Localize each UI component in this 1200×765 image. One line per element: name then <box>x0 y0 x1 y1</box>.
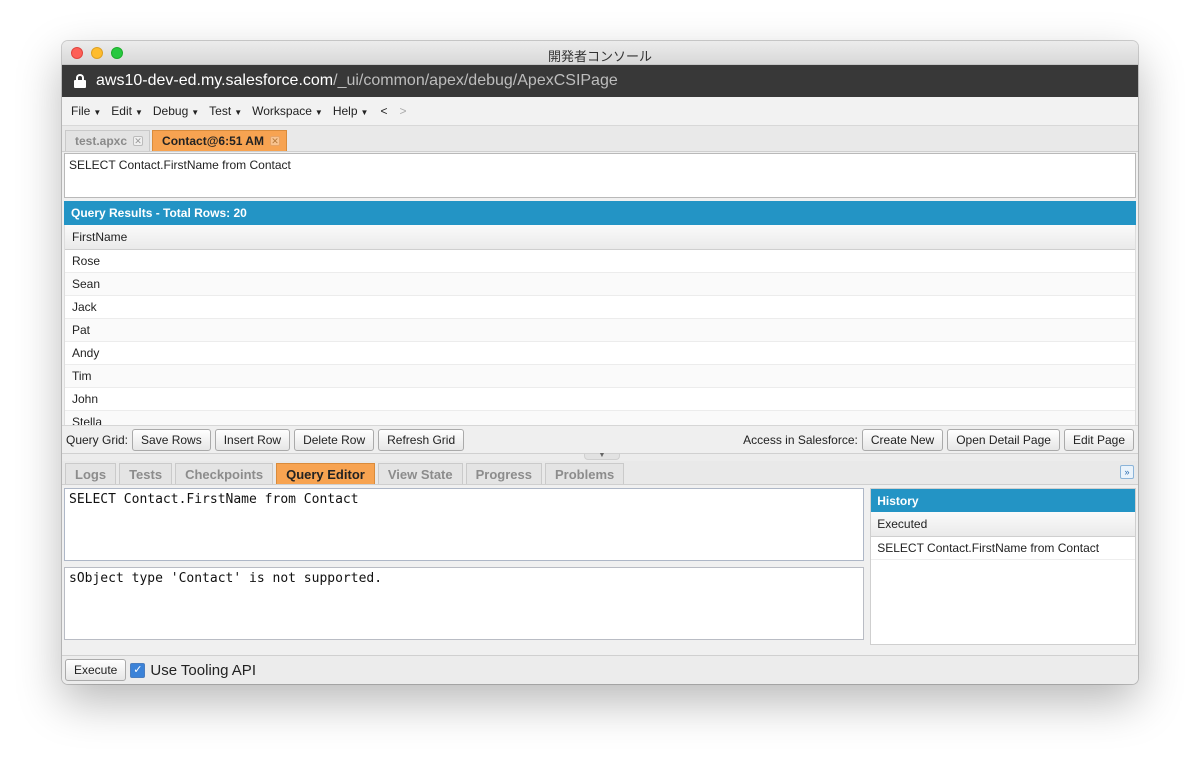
tab-checkpoints[interactable]: Checkpoints <box>175 463 274 484</box>
menu-bar: File ▼ Edit ▼ Debug ▼ Test ▼ Workspace ▼ Help… <box>62 97 1138 126</box>
editor-tab-test-apxc[interactable]: test.apxc ✕ <box>65 130 151 151</box>
address-bar[interactable]: aws10-dev-ed.my.salesforce.com/_ui/commo… <box>62 65 1138 97</box>
grid-rows: Rose Sean Jack Pat Andy Tim John Stella <box>65 250 1135 425</box>
menu-test[interactable]: Test ▼ <box>209 104 242 118</box>
table-row[interactable]: John <box>65 388 1135 411</box>
tab-query-editor[interactable]: Query Editor <box>276 463 375 484</box>
query-editor-left: SELECT Contact.FirstName from Contact sO… <box>62 485 867 647</box>
title-bar: 開発者コンソール <box>62 41 1138 65</box>
editor-tab-strip: test.apxc ✕ Contact@6:51 AM ✕ <box>62 126 1138 152</box>
create-new-button[interactable]: Create New <box>861 428 944 451</box>
caret-down-icon: ▼ <box>234 108 243 117</box>
use-tooling-api-label: Use Tooling API <box>150 661 256 679</box>
edit-page-button[interactable]: Edit Page <box>1063 428 1134 451</box>
forward-button[interactable]: > <box>399 104 406 118</box>
close-tab-icon[interactable]: ✕ <box>269 136 280 146</box>
table-row[interactable]: Stella <box>65 411 1135 425</box>
menu-edit[interactable]: Edit ▼ <box>111 104 143 118</box>
table-row[interactable]: Tim <box>65 365 1135 388</box>
menu-workspace[interactable]: Workspace ▼ <box>252 104 323 118</box>
delete-row-button[interactable]: Delete Row <box>294 428 375 451</box>
query-grid-label: Query Grid: <box>66 432 129 447</box>
table-row[interactable]: Sean <box>65 273 1135 296</box>
table-row[interactable]: Andy <box>65 342 1135 365</box>
tab-logs[interactable]: Logs <box>65 463 117 484</box>
access-in-salesforce-label: Access in Salesforce: <box>743 432 858 447</box>
caret-down-icon: ▼ <box>134 108 143 117</box>
menu-help[interactable]: Help ▼ <box>333 104 369 118</box>
menu-file[interactable]: File ▼ <box>71 104 101 118</box>
execute-bar: Execute ✓ Use Tooling API <box>62 655 1138 684</box>
history-item[interactable]: SELECT Contact.FirstName from Contact <box>871 537 1135 560</box>
caret-down-icon: ▼ <box>360 108 369 117</box>
menu-debug[interactable]: Debug ▼ <box>153 104 199 118</box>
collapse-panel-icon[interactable]: » <box>1120 465 1134 479</box>
url-host: aws10-dev-ed.my.salesforce.com <box>96 72 334 89</box>
query-grid-toolbar: Query Grid: Save Rows Insert Row Delete … <box>62 425 1138 453</box>
table-row[interactable]: Pat <box>65 319 1135 342</box>
column-header-firstname[interactable]: FirstName <box>65 225 1135 250</box>
history-column-executed[interactable]: Executed <box>871 512 1135 537</box>
execute-button[interactable]: Execute <box>65 659 127 681</box>
open-detail-page-button[interactable]: Open Detail Page <box>947 428 1060 451</box>
query-editor-input[interactable]: SELECT Contact.FirstName from Contact <box>64 488 865 561</box>
window-title: 開発者コンソール <box>547 49 652 64</box>
query-editor-panel: SELECT Contact.FirstName from Contact sO… <box>62 485 1138 647</box>
refresh-grid-button[interactable]: Refresh Grid <box>378 428 465 451</box>
history-panel: History Executed SELECT Contact.FirstNam… <box>870 488 1136 645</box>
history-header: History <box>871 489 1135 512</box>
tab-problems[interactable]: Problems <box>545 463 625 484</box>
query-editor-output: sObject type 'Contact' is not supported. <box>64 567 865 640</box>
developer-console-window: 開発者コンソール aws10-dev-ed.my.salesforce.com /… <box>62 41 1138 684</box>
query-results-grid: FirstName Rose Sean Jack Pat Andy Tim Jo… <box>64 225 1136 425</box>
table-row[interactable]: Rose <box>65 250 1135 273</box>
save-rows-button[interactable]: Save Rows <box>132 428 211 451</box>
splitter-grip-icon[interactable]: ▼ <box>584 452 620 460</box>
lock-icon <box>74 74 86 88</box>
caret-down-icon: ▼ <box>314 108 323 117</box>
caret-down-icon: ▼ <box>191 108 200 117</box>
query-text-area[interactable]: SELECT Contact.FirstName from Contact <box>64 153 1136 198</box>
tab-tests[interactable]: Tests <box>119 463 173 484</box>
back-button[interactable]: < <box>380 104 387 118</box>
tab-progress[interactable]: Progress <box>465 463 542 484</box>
bottom-panel-tabs: Logs Tests Checkpoints Query Editor View… <box>62 461 1138 485</box>
use-tooling-api-checkbox[interactable]: ✓ <box>130 662 146 678</box>
editor-tab-contact-query[interactable]: Contact@6:51 AM ✕ <box>152 130 287 151</box>
insert-row-button[interactable]: Insert Row <box>214 428 291 451</box>
close-tab-icon[interactable]: ✕ <box>133 136 144 146</box>
table-row[interactable]: Jack <box>65 296 1135 319</box>
query-results-header: Query Results - Total Rows: 20 <box>64 201 1136 225</box>
tab-view-state[interactable]: View State <box>377 463 463 484</box>
caret-down-icon: ▼ <box>93 108 102 117</box>
panel-splitter[interactable]: ▼ <box>62 452 1138 461</box>
url-path: /_ui/common/apex/debug/ApexCSIPage <box>333 72 618 89</box>
